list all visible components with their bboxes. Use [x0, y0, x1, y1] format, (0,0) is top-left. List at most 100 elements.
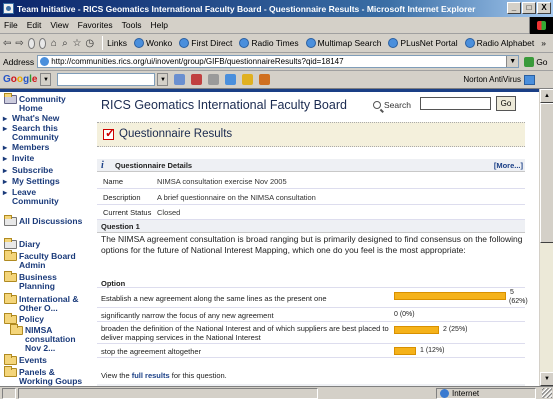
sidebar-item-invite[interactable]: Invite	[3, 154, 34, 164]
result-count: 0 (0%)	[394, 311, 415, 318]
sidebar-item-members[interactable]: Members	[3, 143, 49, 153]
google-toolbar: Google ▼ ▼ Norton AntiVirus	[0, 71, 553, 89]
details-header: i Questionnaire Details [More...]	[97, 159, 525, 172]
menu-bar: File Edit View Favorites Tools Help	[0, 17, 553, 34]
search-label-text: Search	[384, 100, 411, 110]
scroll-down-arrow-icon[interactable]: ▼	[540, 372, 553, 386]
norton-label: Norton AntiVirus	[463, 75, 521, 84]
option-header: Option	[97, 272, 525, 288]
address-dropdown-icon[interactable]: ▼	[506, 56, 519, 67]
folder-icon	[10, 324, 23, 335]
info-icon: i	[101, 160, 104, 171]
google-popup-blocker-icon[interactable]	[225, 74, 237, 85]
google-pagerank-icon[interactable]	[191, 74, 203, 85]
sidebar-item-label: Policy	[19, 314, 45, 324]
result-bar	[394, 292, 506, 300]
links-overflow-chevron[interactable]: »	[541, 38, 546, 48]
ie-icon	[3, 3, 14, 14]
minimize-button[interactable]: _	[507, 2, 521, 14]
menu-favorites[interactable]: Favorites	[78, 20, 113, 30]
sidebar-item-label: NIMSA consultation Nov 2...	[25, 325, 76, 353]
sidebar-item-whats-new[interactable]: What's New	[3, 113, 60, 124]
home-icon[interactable]: ⌂	[50, 37, 57, 49]
sidebar-folder-policy[interactable]: Policy	[4, 313, 45, 324]
main-panel: RICS Geomatics International Faculty Boa…	[97, 92, 539, 386]
sidebar-folder-events[interactable]: Events	[4, 354, 47, 365]
link-label: PLusNet Portal	[400, 38, 458, 48]
scrollbar-thumb[interactable]	[540, 103, 553, 243]
sidebar-item-label: Diary	[19, 239, 41, 249]
link-multimap-search[interactable]: Multimap Search	[305, 38, 381, 48]
sidebar-folder-business-planning[interactable]: Business Planning	[4, 271, 77, 291]
sidebar-folder-diary[interactable]: Diary	[4, 238, 41, 249]
link-radio-alphabet[interactable]: Radio Alphabet	[464, 38, 534, 48]
google-logo[interactable]: Google	[3, 74, 37, 85]
question-text: The NIMSA agreement consultation is broa…	[101, 234, 523, 255]
sidebar-item-search[interactable]: Search this Community	[3, 124, 84, 142]
stop-icon[interactable]	[27, 37, 36, 49]
sidebar-item-leave[interactable]: Leave Community	[3, 188, 76, 206]
history-icon[interactable]: ◷	[85, 37, 94, 49]
forward-arrow-icon[interactable]: ⇨	[15, 37, 23, 49]
community-icon	[4, 93, 17, 104]
vertical-scrollbar[interactable]: ▲ ▼	[539, 89, 553, 386]
norton-antivirus-button[interactable]: Norton AntiVirus	[463, 74, 535, 85]
details-row-description: Description A brief questionnaire on the…	[97, 189, 525, 205]
checkmark-icon	[103, 126, 115, 140]
more-link[interactable]: [More...]	[494, 161, 523, 170]
link-radio-times[interactable]: Radio Times	[239, 38, 299, 48]
menu-help[interactable]: Help	[150, 20, 167, 30]
sidebar-item-label: Panels & Working Goups	[19, 367, 83, 386]
search-go-button[interactable]: Go	[496, 96, 516, 111]
sidebar-item-my-settings[interactable]: My Settings	[3, 177, 60, 187]
google-options-icon[interactable]	[259, 74, 271, 85]
google-menu-dropdown-icon[interactable]: ▼	[40, 73, 52, 86]
sidebar-folder-international[interactable]: International & Other O...	[4, 293, 89, 313]
address-input[interactable]: http://communities.rics.org/ui/inovent/g…	[37, 55, 520, 68]
result-count: 2 (25%)	[443, 326, 468, 333]
maximize-button[interactable]: □	[522, 2, 536, 14]
sidebar-community-home[interactable]: Community Home	[4, 93, 79, 113]
result-bar	[394, 326, 439, 334]
section-header: Questionnaire Results	[97, 122, 525, 147]
menu-view[interactable]: View	[50, 20, 68, 30]
favorites-icon[interactable]: ☆	[72, 37, 81, 49]
page-icon	[305, 38, 316, 48]
menu-tools[interactable]: Tools	[122, 20, 142, 30]
google-search-input[interactable]	[57, 73, 156, 86]
sidebar-folder-panels[interactable]: Panels & Working Goups	[4, 366, 89, 386]
details-value: Closed	[157, 208, 181, 217]
option-text: broaden the definition of the National I…	[101, 324, 389, 342]
google-highlight-icon[interactable]	[242, 74, 254, 85]
search-icon[interactable]: ⌕	[61, 37, 68, 49]
refresh-icon[interactable]	[39, 37, 47, 49]
address-go-button[interactable]: Go	[524, 56, 548, 67]
resize-grip-icon[interactable]	[542, 388, 552, 398]
sidebar-folder-faculty-board-admin[interactable]: Faculty Board Admin	[4, 250, 79, 270]
full-results-link[interactable]: full results	[132, 371, 170, 380]
link-wonko[interactable]: Wonko	[133, 38, 172, 48]
question-header: Question 1	[97, 220, 525, 233]
sidebar-folder-nimsa[interactable]: NIMSA consultation Nov 2...	[10, 324, 76, 353]
status-bar: Internet	[0, 386, 553, 399]
full-results-line: View the full results for this question.	[101, 371, 227, 380]
sidebar-item-label: What's New	[12, 113, 60, 123]
scroll-up-arrow-icon[interactable]: ▲	[540, 89, 553, 103]
folder-icon	[4, 271, 17, 282]
menu-file[interactable]: File	[4, 20, 18, 30]
link-first-direct[interactable]: First Direct	[179, 38, 232, 48]
full-results-post: for this question.	[169, 371, 227, 380]
result-count: 5	[510, 289, 514, 296]
menu-edit[interactable]: Edit	[27, 20, 42, 30]
google-search-dropdown-icon[interactable]: ▼	[157, 73, 169, 86]
close-button[interactable]: X	[537, 2, 551, 14]
security-zone: Internet	[436, 388, 536, 399]
link-plusnet-portal[interactable]: PLusNet Portal	[388, 38, 458, 48]
search-input[interactable]	[420, 97, 491, 110]
sidebar-item-subscribe[interactable]: Subscribe	[3, 166, 53, 176]
google-search-web-icon[interactable]	[174, 74, 186, 85]
google-news-icon[interactable]	[208, 74, 220, 85]
back-arrow-icon[interactable]: ⇦	[3, 37, 11, 49]
sidebar-all-discussions[interactable]: All Discussions	[4, 215, 82, 226]
status-text	[18, 387, 318, 399]
